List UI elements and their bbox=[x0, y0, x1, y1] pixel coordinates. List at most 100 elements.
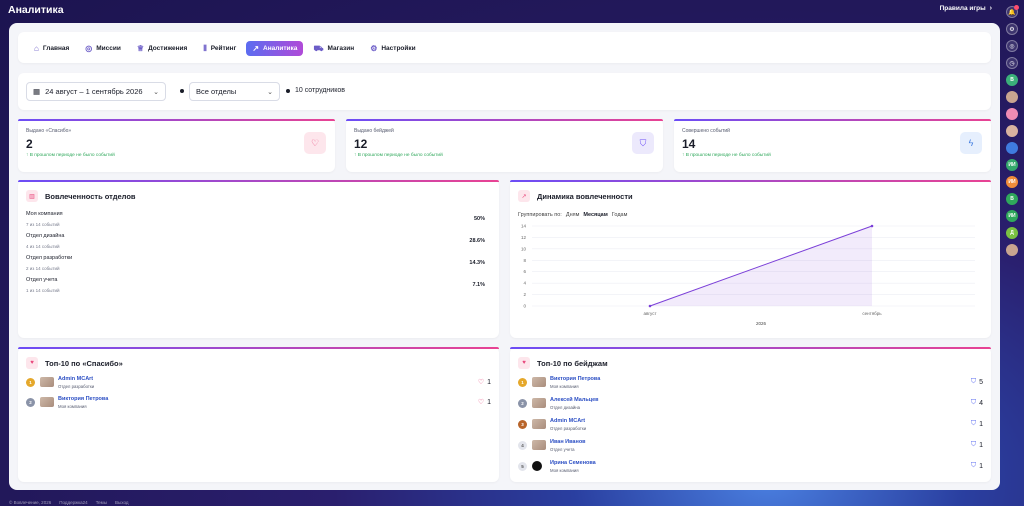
chart-icon: ↗ bbox=[252, 43, 260, 53]
rank-badge: 4 bbox=[518, 441, 527, 450]
person-department: Отдел дизайна bbox=[550, 405, 581, 410]
tab-label: Магазин bbox=[327, 45, 355, 52]
avatar[interactable]: В bbox=[1006, 193, 1018, 205]
department-name: Моя компания bbox=[26, 211, 63, 217]
history-icon[interactable]: ◷ bbox=[1006, 57, 1018, 69]
shield-icon: ⛉ bbox=[632, 132, 654, 154]
tab-label: Аналитика bbox=[263, 45, 298, 52]
count-value: 4 bbox=[979, 399, 983, 407]
avatar[interactable] bbox=[1006, 91, 1018, 103]
stat-card-events: Совершено событий 14 ↑ В прошлом периоде… bbox=[674, 119, 991, 172]
avatar bbox=[532, 377, 546, 387]
footer-link[interactable]: Поддержка24 bbox=[59, 500, 87, 505]
chevron-right-icon: › bbox=[989, 5, 992, 12]
y-tick-label: 14 bbox=[521, 224, 527, 229]
person-name[interactable]: Admin MCArt bbox=[550, 418, 585, 424]
list-item: Моя компания 7 из 14 событий 50% bbox=[26, 211, 493, 227]
tab-achievements[interactable]: ♕ Достижения bbox=[131, 41, 193, 56]
tab-rating[interactable]: ⫴ Рейтинг bbox=[197, 41, 242, 56]
avatar bbox=[532, 419, 546, 429]
y-tick-label: 8 bbox=[523, 258, 526, 263]
person-name[interactable]: Ирина Семенова bbox=[550, 460, 596, 466]
list-item: 2 Алексей Мальцев Отдел дизайна ⛉ 4 bbox=[518, 397, 983, 412]
avatar[interactable] bbox=[1006, 244, 1018, 256]
stat-note: ↑ В прошлом периоде не было событий bbox=[26, 153, 115, 158]
bell-icon[interactable]: 🔔 bbox=[1006, 5, 1019, 18]
separator-dot bbox=[286, 89, 290, 93]
stat-card-badges: Выдано бейджей 12 ↑ В прошлом периоде не… bbox=[346, 119, 663, 172]
date-range-value: 24 август – 1 сентябрь 2026 bbox=[45, 87, 143, 96]
department-engagement-panel: ▥ Вовлеченность отделов Моя компания 7 и… bbox=[18, 180, 499, 338]
department-percent: 7.1% bbox=[472, 282, 485, 288]
rules-link-label: Правила игры bbox=[939, 5, 986, 12]
avatar[interactable] bbox=[1006, 142, 1018, 154]
nav-tabs: ⌂ Главная ◎ Миссии ♕ Достижения ⫴ Рейтинг ↗ А… bbox=[28, 41, 422, 56]
tab-label: Достижения bbox=[148, 45, 188, 52]
tab-settings[interactable]: ⚙ Настройки bbox=[364, 41, 421, 56]
stat-note-text: В прошлом периоде не было событий bbox=[29, 153, 115, 158]
list-item: Отдел учета 1 из 14 событий 7.1% bbox=[26, 277, 493, 293]
person-name[interactable]: Admin MCArt bbox=[58, 376, 93, 382]
footer-link[interactable]: Темы bbox=[96, 500, 107, 505]
count-value: 1 bbox=[487, 378, 491, 386]
rules-link[interactable]: Правила игры › bbox=[940, 5, 992, 12]
stat-value: 12 bbox=[354, 137, 368, 151]
y-tick-label: 6 bbox=[523, 269, 526, 274]
footer-link[interactable]: Выход bbox=[115, 500, 128, 505]
person-department: Отдел разработки bbox=[550, 426, 587, 431]
panel-title: Вовлеченность отделов bbox=[45, 191, 136, 201]
tab-missions[interactable]: ◎ Миссии bbox=[79, 41, 127, 56]
person-name[interactable]: Алексей Мальцев bbox=[550, 397, 599, 403]
heart-icon: ♡ bbox=[304, 132, 326, 154]
date-range-select[interactable]: ▦ 24 август – 1 сентябрь 2026 ⌄ bbox=[26, 82, 166, 101]
avatar bbox=[40, 397, 54, 407]
count: ♡ 1 bbox=[478, 378, 491, 387]
avatar[interactable] bbox=[1006, 125, 1018, 137]
stat-note-text: В прошлом периоде не было событий bbox=[357, 153, 443, 158]
person-name[interactable]: Виктория Петрова bbox=[550, 376, 600, 382]
heart-icon: ♡ bbox=[477, 399, 485, 406]
stat-card-thanks: Выдано «Спасибо» 2 ↑ В прошлом периоде н… bbox=[18, 119, 335, 172]
line-chart-icon: ↗ bbox=[518, 190, 530, 202]
panel-header: ♥ Топ-10 по «Спасибо» bbox=[26, 357, 123, 369]
rank-badge: 2 bbox=[518, 399, 527, 408]
rank-badge: 3 bbox=[518, 420, 527, 429]
main-content: ⌂ Главная ◎ Миссии ♕ Достижения ⫴ Рейтинг ↗ А… bbox=[9, 23, 1000, 490]
engagement-chart: 0 2 4 6 8 10 12 14 август сентябрь 2026 bbox=[521, 224, 975, 326]
person-department: Моя компания bbox=[550, 384, 579, 389]
shield-icon: ⛉ bbox=[970, 420, 977, 427]
data-point bbox=[870, 224, 874, 228]
tab-home[interactable]: ⌂ Главная bbox=[28, 41, 75, 56]
avatar[interactable]: ИИ bbox=[1006, 159, 1018, 171]
person-department: Моя компания bbox=[550, 468, 579, 473]
apps-icon[interactable]: ◎ bbox=[1006, 40, 1018, 52]
count: ⛉ 1 bbox=[971, 462, 983, 470]
person-department: Моя компания bbox=[58, 404, 87, 409]
avatar[interactable]: ИИ bbox=[1006, 176, 1018, 188]
tab-shop[interactable]: ⛟ Магазин bbox=[307, 41, 360, 56]
top-badges-panel: ♥ Топ-10 по бейджам 1 Виктория Петрова Моя… bbox=[510, 347, 991, 482]
nav-tabs-card: ⌂ Главная ◎ Миссии ♕ Достижения ⫴ Рейтинг ↗ А… bbox=[18, 32, 991, 63]
department-select[interactable]: Все отделы ⌄ bbox=[189, 82, 280, 101]
person-name[interactable]: Виктория Петрова bbox=[58, 396, 108, 402]
data-point bbox=[648, 304, 652, 308]
top-bar: Аналитика Правила игры › bbox=[0, 0, 1000, 22]
panel-title: Топ-10 по «Спасибо» bbox=[45, 358, 123, 368]
person-name[interactable]: Иван Иванов bbox=[550, 439, 586, 445]
calendar-icon: ▦ bbox=[33, 87, 41, 96]
avatar[interactable]: ИИ bbox=[1006, 210, 1018, 222]
shield-icon: ⛉ bbox=[970, 441, 977, 448]
avatar[interactable] bbox=[1006, 108, 1018, 120]
target-icon: ◎ bbox=[85, 43, 93, 53]
stat-note: ↑ В прошлом периоде не было событий bbox=[354, 153, 443, 158]
settings-icon[interactable]: ⚙ bbox=[1006, 23, 1018, 35]
avatar bbox=[532, 398, 546, 408]
tab-analytics[interactable]: ↗ Аналитика bbox=[246, 41, 304, 56]
avatar[interactable]: Д bbox=[1006, 227, 1018, 239]
shield-icon: ⛉ bbox=[970, 462, 977, 469]
list-item: Отдел дизайна 4 из 14 событий 28.6% bbox=[26, 233, 493, 249]
list-item: 5 Ирина Семенова Моя компания ⛉ 1 bbox=[518, 460, 983, 475]
shield-icon: ⛉ bbox=[970, 399, 977, 406]
avatar[interactable]: В bbox=[1006, 74, 1018, 86]
employee-count: 10 сотрудников bbox=[295, 87, 345, 94]
